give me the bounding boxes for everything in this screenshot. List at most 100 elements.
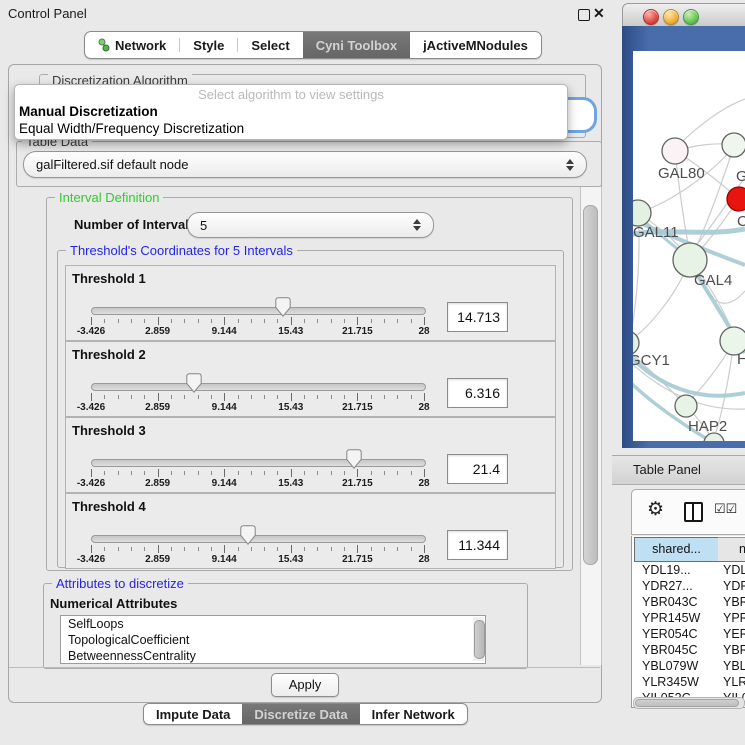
- cell-shared-name[interactable]: YDL19...: [642, 562, 691, 578]
- threshold-slider-track[interactable]: [91, 307, 426, 315]
- thresholds-group-title: Threshold's Coordinates for 5 Intervals: [66, 243, 297, 258]
- tab-select[interactable]: Select: [238, 32, 302, 58]
- threshold-slider-track[interactable]: [91, 535, 426, 543]
- node-table: shared... na YDL19...YDL1YDR27...YDR2YBR…: [631, 536, 745, 708]
- algorithm-dropdown-prompt: Select algorithm to view settings: [15, 87, 567, 102]
- float-window-icon[interactable]: [578, 9, 590, 21]
- tick-mark: [91, 393, 92, 401]
- network-node-label: C: [737, 213, 745, 230]
- table-row[interactable]: YPR145W YPR1: [632, 610, 745, 626]
- table-horizontal-scrollbar[interactable]: [633, 697, 745, 709]
- threshold-value-field[interactable]: 14.713: [447, 302, 508, 332]
- threshold-slider-thumb[interactable]: [346, 449, 362, 469]
- network-node[interactable]: [727, 187, 745, 211]
- close-icon[interactable]: ✕: [593, 5, 605, 22]
- table-row[interactable]: YLR345W YLR3: [632, 674, 745, 690]
- attributes-scrollbar-thumb[interactable]: [474, 620, 485, 659]
- cell-shared-name[interactable]: YPR145W: [642, 610, 700, 626]
- panel-scrollbar[interactable]: [580, 187, 602, 665]
- combobox-spinner-icon[interactable]: [566, 158, 575, 172]
- tick-label: 21.715: [327, 554, 387, 565]
- cell-name[interactable]: YPR1: [723, 610, 745, 626]
- column-header-name[interactable]: na: [718, 537, 745, 562]
- tick-label: 2.859: [128, 402, 188, 413]
- tab-infer-network[interactable]: Infer Network: [360, 704, 467, 724]
- close-traffic-light-icon[interactable]: [643, 9, 659, 25]
- split-columns-icon[interactable]: [684, 502, 703, 522]
- network-node[interactable]: [722, 133, 745, 157]
- tab-discretize-data[interactable]: Discretize Data: [242, 704, 359, 724]
- table-row[interactable]: YBL079W YBL0: [632, 658, 745, 674]
- threshold-slider-track[interactable]: [91, 383, 426, 391]
- cell-name[interactable]: YDL1: [723, 562, 745, 578]
- apply-button[interactable]: Apply: [271, 673, 339, 697]
- attributes-group: Attributes to discretize Numerical Attri…: [43, 583, 528, 669]
- cell-name[interactable]: YBR0: [723, 642, 745, 658]
- gear-icon[interactable]: ⚙: [647, 499, 664, 521]
- network-node[interactable]: [633, 200, 651, 226]
- tick-mark: [198, 319, 199, 323]
- tab-cyni-toolbox[interactable]: Cyni Toolbox: [303, 32, 410, 58]
- cell-shared-name[interactable]: YBR045C: [642, 642, 698, 658]
- algorithm-option-manual[interactable]: Manual Discretization: [19, 104, 559, 121]
- network-node[interactable]: [662, 138, 688, 164]
- cell-name[interactable]: YER0: [723, 626, 745, 642]
- network-graph[interactable]: GAL80GACGAL11GAL4GCY1HHAP2: [633, 51, 745, 441]
- minimize-traffic-light-icon[interactable]: [663, 9, 679, 25]
- tab-impute-data[interactable]: Impute Data: [144, 704, 242, 724]
- threshold-value-field[interactable]: 11.344: [447, 530, 508, 560]
- tab-style[interactable]: Style: [180, 32, 237, 58]
- attribute-item[interactable]: TopologicalCoefficient: [61, 632, 485, 648]
- threshold-value-field[interactable]: 6.316: [447, 378, 508, 408]
- combobox-spinner-icon[interactable]: [413, 218, 422, 232]
- table-row[interactable]: YDR27... YDR2: [632, 578, 745, 594]
- attribute-item[interactable]: SelfLoops: [61, 616, 485, 632]
- cell-name[interactable]: YBL0: [723, 658, 745, 674]
- cell-shared-name[interactable]: YBL079W: [642, 658, 698, 674]
- threshold-value-field[interactable]: 21.4: [447, 454, 508, 484]
- tick-label: 28: [394, 402, 454, 413]
- number-of-intervals-combobox[interactable]: 5: [187, 212, 434, 238]
- column-header-shared-name[interactable]: shared...: [634, 537, 719, 562]
- cell-name[interactable]: YLR3: [723, 674, 745, 690]
- table-horizontal-scrollbar-thumb[interactable]: [635, 699, 739, 707]
- tab-network[interactable]: Network: [85, 32, 179, 58]
- tick-mark: [238, 395, 239, 399]
- tick-mark: [371, 319, 372, 323]
- threshold-slider-thumb[interactable]: [186, 373, 202, 393]
- zoom-traffic-light-icon[interactable]: [683, 9, 699, 25]
- table-row[interactable]: YER054C YER0: [632, 626, 745, 642]
- table-row[interactable]: YDL19... YDL1: [632, 562, 745, 578]
- tick-mark: [331, 319, 332, 323]
- table-row[interactable]: YBR045C YBR0: [632, 642, 745, 658]
- algorithm-option-equal-width[interactable]: Equal Width/Frequency Discretization: [19, 121, 559, 138]
- threshold-slider-track[interactable]: [91, 459, 426, 467]
- tick-mark: [238, 547, 239, 551]
- attribute-item[interactable]: BetweennessCentrality: [61, 648, 485, 664]
- network-node-label: HAP2: [688, 418, 727, 435]
- network-node[interactable]: [675, 395, 697, 417]
- cell-shared-name[interactable]: YBR043C: [642, 594, 698, 610]
- tick-mark: [224, 317, 225, 325]
- cell-name[interactable]: YDR2: [723, 578, 745, 594]
- table-data-combobox[interactable]: galFiltered.sif default node: [23, 151, 587, 178]
- threshold-slider-thumb[interactable]: [275, 297, 291, 317]
- network-node-label: GAL11: [633, 224, 679, 241]
- select-columns-icon[interactable]: ☑☑: [714, 501, 737, 517]
- threshold-slider-thumb[interactable]: [240, 525, 256, 545]
- tick-mark: [357, 317, 358, 325]
- panel-scrollbar-thumb[interactable]: [583, 205, 598, 565]
- cell-shared-name[interactable]: YDR27...: [642, 578, 693, 594]
- network-canvas[interactable]: GAL80GACGAL11GAL4GCY1HHAP2: [633, 51, 745, 441]
- cell-name[interactable]: YBR0: [723, 594, 745, 610]
- cell-shared-name[interactable]: YLR345W: [642, 674, 699, 690]
- tab-label: Style: [193, 38, 224, 53]
- cyni-toolbox-panel: Discretization Algorithm Select algorith…: [8, 64, 602, 703]
- network-window-titlebar[interactable]: [622, 3, 745, 28]
- tick-mark: [264, 395, 265, 399]
- cell-shared-name[interactable]: YER054C: [642, 626, 698, 642]
- network-icon: [98, 38, 110, 52]
- attributes-scrollbar[interactable]: [473, 617, 484, 661]
- tab-jactivemnodules[interactable]: jActiveMNodules: [410, 32, 541, 58]
- table-row[interactable]: YBR043C YBR0: [632, 594, 745, 610]
